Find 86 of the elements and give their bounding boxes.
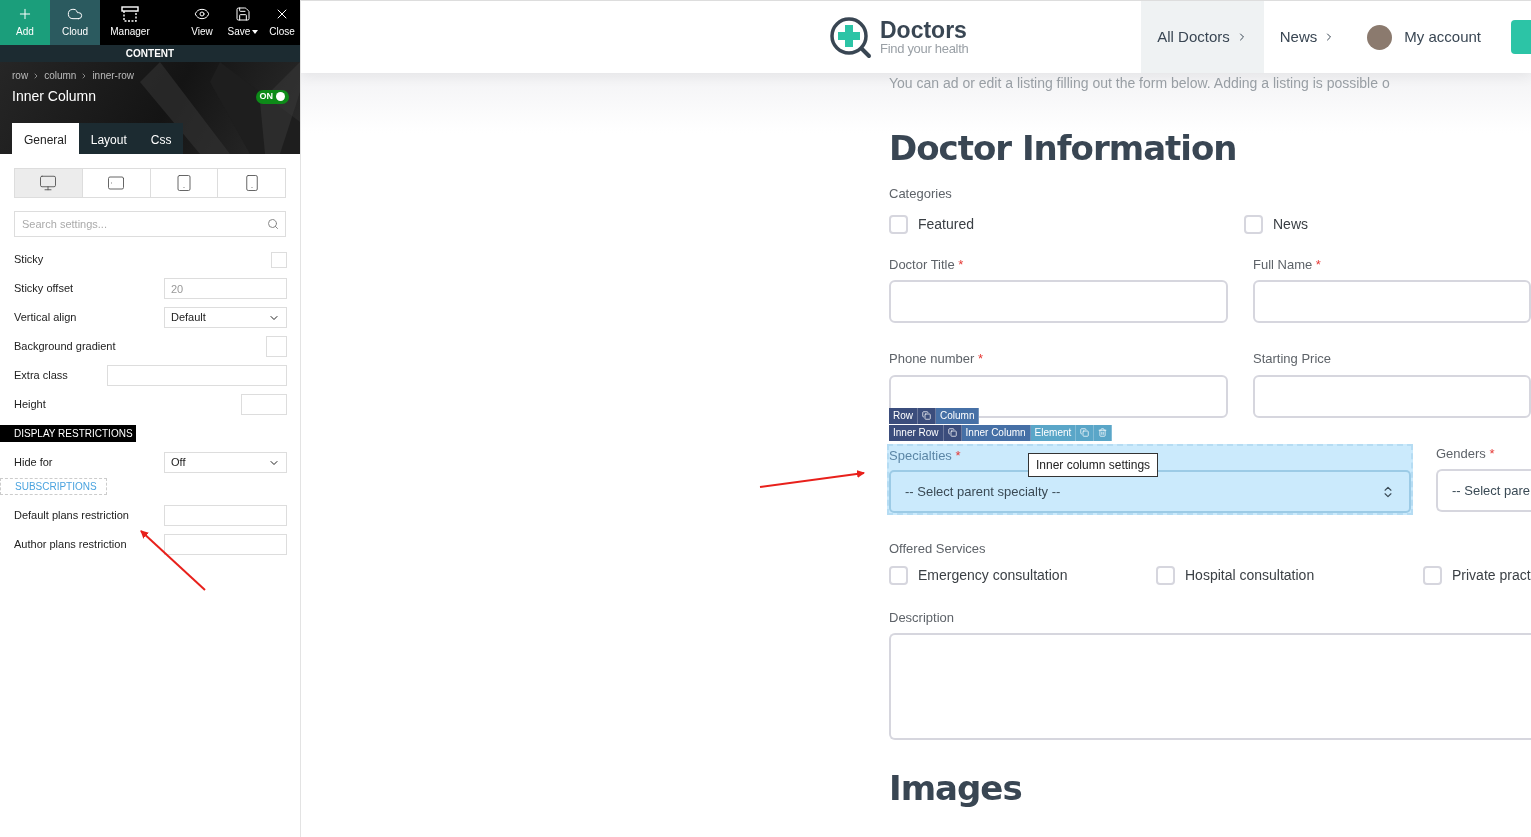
setting-label: Background gradient [14,339,116,355]
text-field[interactable] [164,505,287,526]
text-field[interactable] [889,280,1228,323]
logo-tagline: Find your health [880,42,969,55]
search-icon [267,218,279,230]
select-field[interactable]: -- Select pare [1436,469,1531,512]
account-link[interactable]: My account [1404,25,1481,49]
eye-icon [194,6,210,22]
search-field[interactable]: Search settings... [14,211,286,237]
duplicate-button[interactable] [943,424,962,441]
field-label: Full Name * [1253,255,1321,274]
field-label: Doctor Title * [889,255,964,274]
panel-tab[interactable]: General [12,123,79,154]
field-label: Starting Price [1253,350,1332,368]
checkbox[interactable] [1156,565,1175,585]
plus-icon [17,6,33,22]
setting-label: Sticky [14,252,44,268]
header-button[interactable] [1511,20,1531,54]
section-header: SUBSCRIPTIONS [0,478,107,495]
select-field[interactable]: Off [164,452,287,473]
copy-icon [922,411,931,420]
section-heading: Doctor Information [889,128,1238,168]
panel-tab[interactable]: Layout [78,123,139,154]
description-field[interactable] [889,633,1531,740]
toolbar-button[interactable]: Cloud [50,0,100,45]
checkbox-label: Private pract [1452,565,1531,585]
section-title: CONTENT [0,45,300,62]
setting-label: Height [14,397,46,413]
tooltip: Inner column settings [1028,452,1159,477]
device-tab[interactable] [15,169,82,197]
frame-icon [121,6,139,22]
setting-label: Default plans restriction [14,508,129,524]
checkbox[interactable] [889,214,908,234]
section-header: DISPLAY RESTRICTIONS [0,425,136,442]
field-label: Categories [889,185,953,203]
text-field[interactable] [241,394,287,415]
logo-icon [829,15,872,59]
copy-icon [947,428,957,437]
field-label: Genders * [1436,444,1495,463]
text-field[interactable] [164,534,287,555]
checkbox[interactable] [1423,565,1442,585]
builder-tag[interactable]: Inner Column [961,424,1031,441]
builder-tag[interactable]: Inner Row [889,424,944,441]
delete-button[interactable] [1094,424,1113,441]
field-label: Description [889,608,956,627]
panel-title: Inner Column [12,87,97,106]
checkbox[interactable] [889,565,908,585]
text-field[interactable] [1253,374,1531,418]
setting-label: Extra class [14,368,68,384]
color-swatch[interactable] [266,336,287,357]
breadcrumb-link[interactable]: column [44,68,77,83]
field-label: Offered Services [889,540,987,558]
section-heading: Images [889,768,1023,808]
panel-tab[interactable]: Css [138,123,184,154]
checkbox-label: Emergency consultation [918,565,1068,585]
tablet-landscape-icon [107,174,126,192]
arrow [140,530,206,591]
setting-label: Author plans restriction [14,537,127,553]
checkbox[interactable] [271,251,287,268]
text-field[interactable] [1253,280,1531,323]
setting-label: Hide for [14,455,53,471]
field-label: Specialties * [889,446,961,465]
checkbox-label: Featured [918,214,975,234]
setting-label: Sticky offset [14,281,74,297]
text-field[interactable]: 20 [164,278,287,299]
nav-link[interactable]: All Doctors [1141,1,1264,73]
copy-icon [1080,428,1090,437]
desktop-icon [39,174,58,192]
breadcrumb-link[interactable]: inner-row [92,68,135,83]
select-field[interactable]: Default [164,307,287,328]
nav-link[interactable]: News [1263,1,1352,73]
tablet-icon [174,174,193,192]
checkbox-label: Hospital consultation [1185,565,1315,585]
field-label: Phone number * [889,350,983,368]
breadcrumb-link[interactable]: row [12,68,29,83]
checkbox-label: News [1273,214,1308,234]
avatar[interactable] [1367,24,1393,50]
toggle-switch[interactable]: ON [255,89,289,104]
text-field[interactable] [889,374,1228,418]
trash-icon [1098,428,1108,437]
logo-name: Doctors [880,19,968,42]
cloud-icon [67,6,83,22]
intro-text: You can ad or edit a listing filling out the form below. Adding a listing is possible o [889,74,1391,93]
setting-label: Vertical align [14,310,77,326]
checkbox[interactable] [1244,214,1263,234]
text-field[interactable] [107,365,287,386]
